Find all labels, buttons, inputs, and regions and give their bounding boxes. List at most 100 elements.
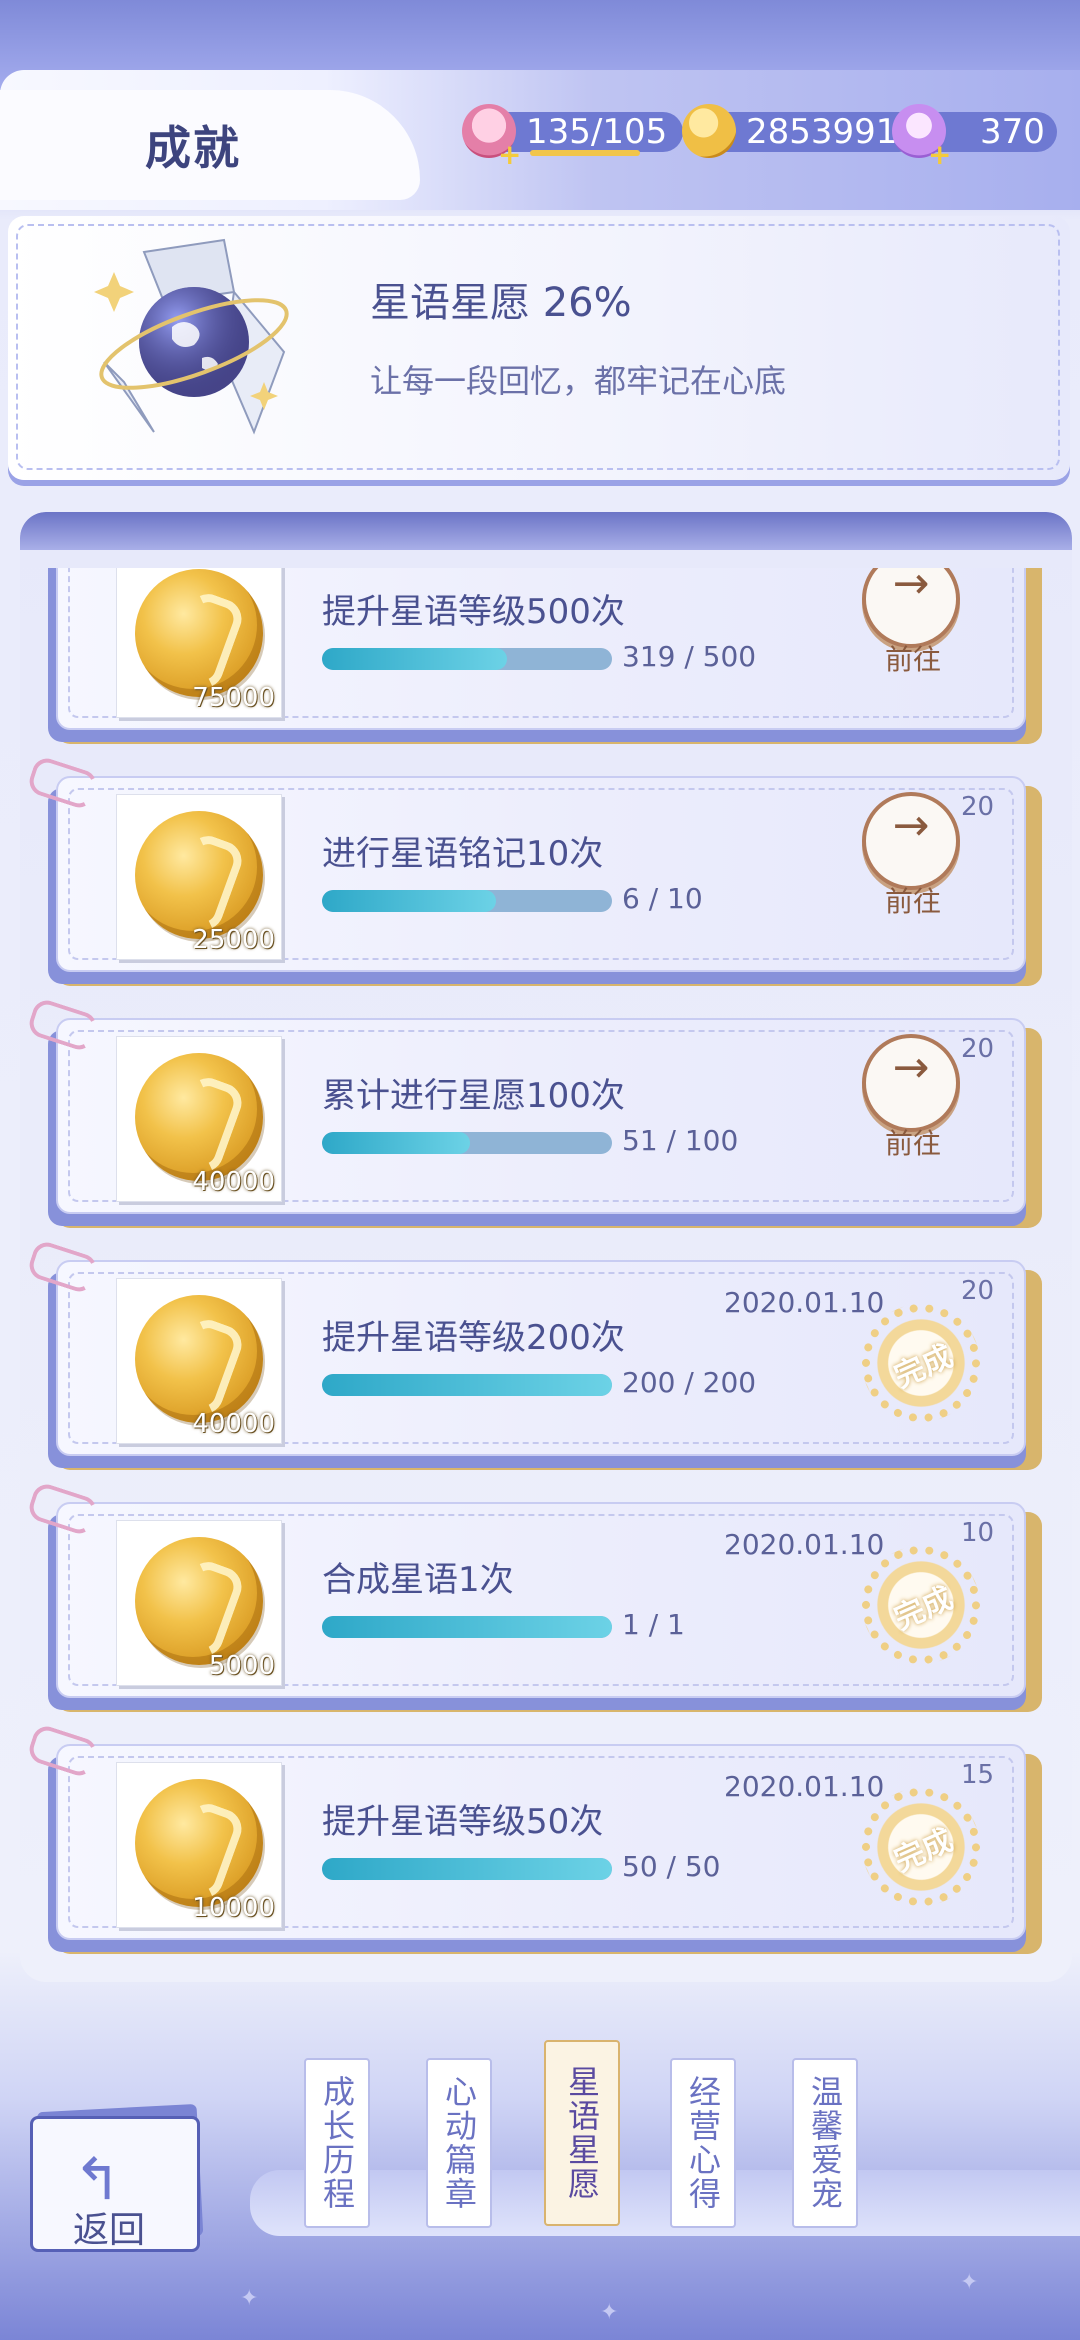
achievement-title: 进行星语铭记10次 <box>322 834 604 874</box>
coin-mark <box>164 1556 248 1662</box>
progress-bar <box>322 1374 612 1396</box>
reward-thumbnail: 40000 <box>116 1036 282 1202</box>
achievement-points: 10 <box>961 1518 995 1548</box>
paperclip-icon <box>25 754 101 812</box>
arrow-right-icon: → <box>892 800 930 851</box>
completion-date: 2020.01.10 <box>724 1286 885 1319</box>
back-label: 返回 <box>73 2210 146 2251</box>
achievement-title: 提升星语等级500次 <box>322 592 625 632</box>
tab-label: 温馨爱宠 <box>806 2075 844 2211</box>
go-label[interactable]: 前往 <box>868 1122 958 1162</box>
go-button[interactable]: → <box>862 1034 960 1132</box>
progress-bar <box>322 1858 612 1880</box>
stamp-label: 完成 <box>889 1822 959 1879</box>
tab-label: 成长历程 <box>318 2075 356 2211</box>
completion-date: 2020.01.10 <box>724 1528 885 1561</box>
stamp-label: 完成 <box>889 1338 959 1395</box>
tab-label: 经营心得 <box>684 2075 722 2211</box>
plus-icon[interactable]: + <box>928 138 951 171</box>
coin-mark <box>164 830 248 936</box>
achievement-title: 合成星语1次 <box>322 1560 514 1600</box>
gold-coin-icon <box>135 569 263 697</box>
coin-mark <box>164 1072 248 1178</box>
coin-mark <box>164 588 248 694</box>
stamp-label: 完成 <box>889 1580 959 1637</box>
resource-crystal[interactable]: 370 + <box>892 104 1057 171</box>
progress-fill <box>322 1616 612 1638</box>
tab-rail <box>250 2170 1080 2236</box>
resource-gold[interactable]: 2853991 <box>682 104 920 158</box>
tab-business[interactable]: 经营心得 <box>670 2058 736 2228</box>
progress-bar <box>322 1616 612 1638</box>
achievement-title: 累计进行星愿100次 <box>322 1076 625 1116</box>
tab-growth[interactable]: 成长历程 <box>304 2058 370 2228</box>
progress-text: 319 / 500 <box>622 640 757 673</box>
panel-lip <box>20 512 1072 550</box>
progress-fill <box>322 1132 470 1154</box>
coin-mark <box>164 1314 248 1420</box>
arrow-right-icon: → <box>892 568 930 609</box>
sparkle-icon: ✦ <box>240 2286 259 2311</box>
tab-pets[interactable]: 温馨爱宠 <box>792 2058 858 2228</box>
reward-thumbnail: 10000 <box>116 1762 282 1928</box>
reward-thumbnail: 75000 <box>116 568 282 718</box>
top-bar: 成就 135/105 + 2853991 370 + <box>0 0 1080 210</box>
progress-fill <box>322 1858 612 1880</box>
gold-coin-icon <box>135 1053 263 1181</box>
tab-label: 心动篇章 <box>440 2075 478 2211</box>
reward-amount: 40000 <box>192 1167 275 1197</box>
progress-text: 50 / 50 <box>622 1850 721 1883</box>
tab-star-wish[interactable]: 星语星愿 <box>544 2040 620 2226</box>
progress-fill <box>322 1374 612 1396</box>
achievement-list-panel[interactable]: 75000 提升星语等级500次 319 / 500 → 前往 25000 20… <box>20 512 1072 1982</box>
page-title: 成就 <box>145 121 241 175</box>
gold-coin-icon <box>135 1779 263 1907</box>
gold-coin-icon <box>135 1295 263 1423</box>
paperclip-icon <box>25 996 101 1054</box>
achievement-points: 20 <box>961 1276 995 1306</box>
achievement-card: 75000 提升星语等级500次 319 / 500 → 前往 <box>48 568 1042 744</box>
arrow-right-icon: → <box>892 1042 930 1093</box>
progress-fill <box>322 890 496 912</box>
reward-thumbnail: 5000 <box>116 1520 282 1686</box>
reward-amount: 25000 <box>192 925 275 955</box>
go-label[interactable]: 前往 <box>868 638 958 678</box>
achievement-list[interactable]: 75000 提升星语等级500次 319 / 500 → 前往 25000 20… <box>20 568 1072 1982</box>
progress-text: 200 / 200 <box>622 1366 757 1399</box>
progress-fill <box>322 648 508 670</box>
plus-icon[interactable]: + <box>498 138 521 171</box>
gold-coin-icon <box>135 811 263 939</box>
sparkle-icon: ✦ <box>600 2300 619 2325</box>
back-button-face[interactable]: ↰ 返回 <box>30 2116 200 2252</box>
paperclip-icon <box>25 1722 101 1780</box>
resource-cupcake[interactable]: 135/105 + <box>462 104 684 171</box>
achievement-title: 提升星语等级200次 <box>322 1318 625 1358</box>
paperclip-icon <box>25 1480 101 1538</box>
progress-text: 51 / 100 <box>622 1124 739 1157</box>
achievement-category-card: 星语星愿 26% 让每一段回忆，都牢记在心底 <box>8 216 1070 480</box>
go-button[interactable]: → <box>862 792 960 890</box>
achievement-card: 5000 2020.01.10 10 合成星语1次 1 / 1 完成 <box>25 1480 1042 1712</box>
back-button[interactable]: ↰ 返回 <box>30 2103 208 2254</box>
gold-coin-icon <box>135 1537 263 1665</box>
reward-thumbnail: 40000 <box>116 1278 282 1444</box>
achievement-card: 10000 2020.01.10 15 提升星语等级50次 50 / 50 完成 <box>25 1722 1042 1954</box>
completion-date: 2020.01.10 <box>724 1770 885 1803</box>
reward-amount: 10000 <box>192 1893 275 1923</box>
go-label[interactable]: 前往 <box>868 880 958 920</box>
achievement-card: 40000 2020.01.10 20 提升星语等级200次 200 / 200… <box>25 1238 1042 1470</box>
sparkle-icon: ✦ <box>960 2270 979 2295</box>
progress-bar <box>322 648 612 670</box>
achievement-points: 15 <box>961 1760 995 1790</box>
category-title: 星语星愿 26% <box>370 280 632 326</box>
progress-text: 6 / 10 <box>622 882 703 915</box>
tab-label: 星语星愿 <box>563 2065 601 2201</box>
progress-text: 1 / 1 <box>622 1608 685 1641</box>
tab-heart-chapters[interactable]: 心动篇章 <box>426 2058 492 2228</box>
star-globe-emblem-icon <box>94 238 289 435</box>
achievement-card: 25000 20 进行星语铭记10次 6 / 10 → 前往 <box>25 754 1042 986</box>
reward-amount: 75000 <box>192 683 275 713</box>
achievement-points: 20 <box>961 792 995 822</box>
reward-thumbnail: 25000 <box>116 794 282 960</box>
reward-amount: 5000 <box>208 1651 275 1681</box>
